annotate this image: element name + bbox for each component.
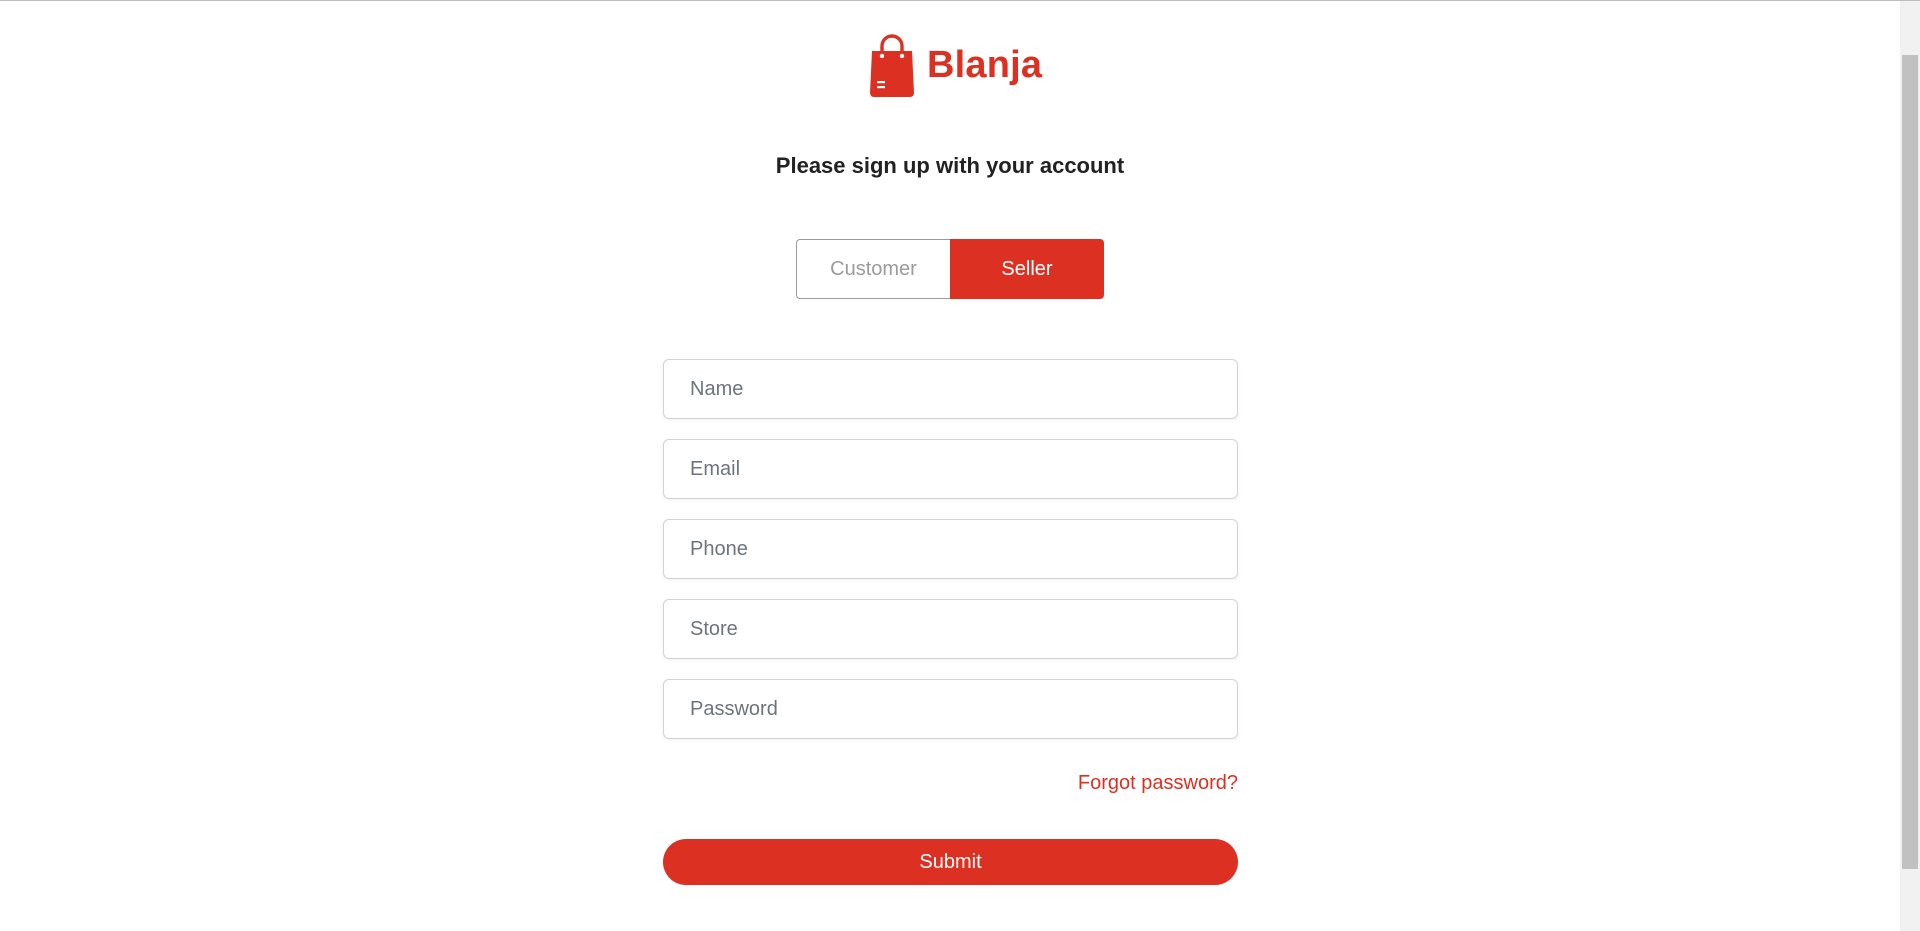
email-input[interactable] [663, 439, 1238, 499]
password-input[interactable] [663, 679, 1238, 739]
signup-page: Blanja Please sign up with your account … [0, 1, 1900, 931]
vertical-scrollbar[interactable] [1900, 1, 1920, 931]
name-input[interactable] [663, 359, 1238, 419]
browser-viewport: Blanja Please sign up with your account … [0, 0, 1920, 931]
brand-name: Blanja [927, 43, 1043, 86]
brand-logo: Blanja [868, 32, 1042, 98]
scrollbar-thumb[interactable] [1902, 55, 1918, 869]
phone-input[interactable] [663, 519, 1238, 579]
role-customer-button[interactable]: Customer [796, 239, 950, 299]
page-heading: Please sign up with your account [775, 153, 1125, 178]
role-seller-button[interactable]: Seller [950, 239, 1104, 299]
store-input[interactable] [663, 599, 1238, 659]
role-toggle: Customer Seller [796, 239, 1104, 299]
submit-button[interactable]: Submit [663, 839, 1238, 885]
forgot-password-link[interactable]: Forgot password? [663, 772, 1238, 795]
shopping-bag-icon [870, 34, 914, 97]
